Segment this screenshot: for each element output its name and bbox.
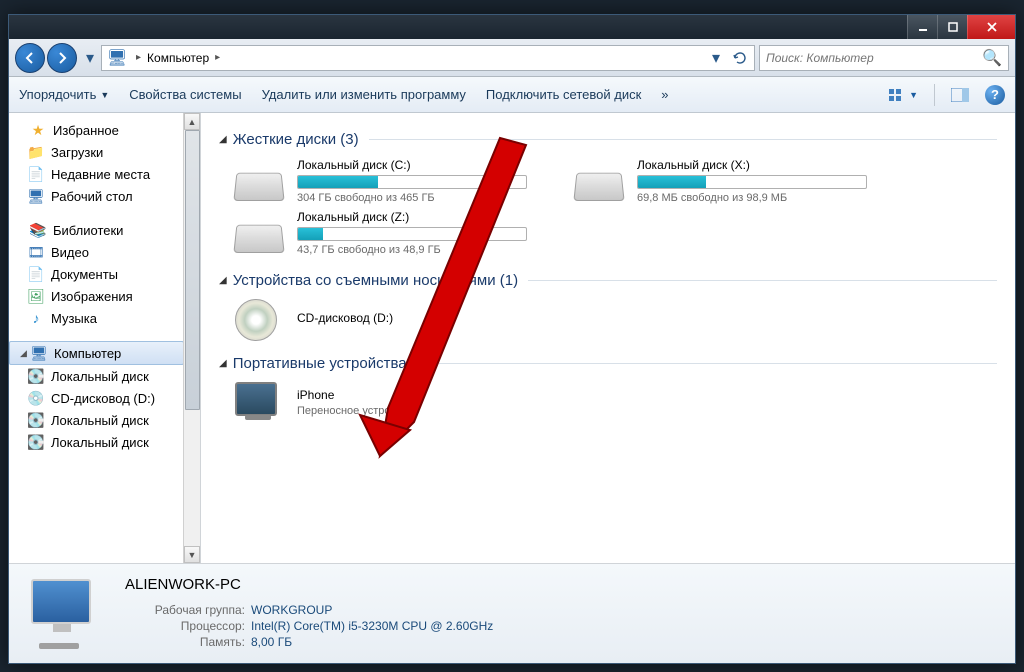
breadcrumb-arrow: ▸ bbox=[136, 52, 141, 63]
group-removable[interactable]: ◢Устройства со съемными носителями (1) bbox=[219, 272, 997, 289]
drive-item-z[interactable]: Локальный диск (Z:) 43,7 ГБ свободно из … bbox=[235, 210, 535, 256]
minimize-button[interactable] bbox=[907, 15, 937, 39]
view-icon bbox=[887, 86, 905, 104]
back-button[interactable] bbox=[15, 43, 45, 73]
titlebar bbox=[9, 15, 1015, 39]
close-button[interactable] bbox=[967, 15, 1015, 39]
sidebar-item-video[interactable]: 🎞Видео bbox=[9, 241, 184, 263]
recent-icon: 📄 bbox=[27, 165, 45, 183]
body: ★Избранное 📁Загрузки 📄Недавние места 🖥Ра… bbox=[9, 113, 1015, 563]
device-icon bbox=[235, 382, 285, 422]
breadcrumb-location[interactable]: Компьютер bbox=[147, 51, 209, 65]
cd-icon: 💿 bbox=[27, 389, 45, 407]
preview-pane-button[interactable] bbox=[951, 88, 969, 102]
sidebar-item-pictures[interactable]: 🖼Изображения bbox=[9, 285, 184, 307]
system-properties-button[interactable]: Свойства системы bbox=[129, 87, 241, 102]
help-button[interactable]: ? bbox=[985, 85, 1005, 105]
search-box[interactable]: 🔍 bbox=[759, 45, 1009, 71]
folder-icon: 📁 bbox=[27, 143, 45, 161]
organize-menu[interactable]: Упорядочить▼ bbox=[19, 87, 109, 102]
sidebar-libraries[interactable]: 📚Библиотеки bbox=[9, 219, 184, 241]
maximize-button[interactable] bbox=[937, 15, 967, 39]
hdd-icon bbox=[235, 161, 285, 201]
computer-icon: 🖥 bbox=[30, 344, 48, 362]
drive-freespace: 43,7 ГБ свободно из 48,9 ГБ bbox=[297, 244, 535, 256]
drive-label: Локальный диск (Z:) bbox=[297, 210, 535, 224]
breadcrumb-arrow[interactable]: ▸ bbox=[215, 52, 220, 63]
sidebar-item-drive[interactable]: 💽Локальный диск bbox=[9, 431, 184, 453]
drive-label: Локальный диск (C:) bbox=[297, 158, 535, 172]
drive-icon: 💽 bbox=[27, 433, 45, 451]
forward-button[interactable] bbox=[47, 43, 77, 73]
details-label: Процессор: bbox=[125, 619, 245, 633]
capacity-bar bbox=[297, 227, 527, 241]
drive-icon: 💽 bbox=[27, 411, 45, 429]
picture-icon: 🖼 bbox=[27, 287, 45, 305]
star-icon: ★ bbox=[29, 121, 47, 139]
drive-item-cd[interactable]: CD-дисковод (D:) bbox=[235, 299, 535, 339]
sidebar-item-recent[interactable]: 📄Недавние места bbox=[9, 163, 184, 185]
details-label: Память: bbox=[125, 635, 245, 649]
sidebar-item-cd[interactable]: 💿CD-дисковод (D:) bbox=[9, 387, 184, 409]
search-icon: 🔍 bbox=[982, 48, 1002, 68]
computer-large-icon bbox=[25, 579, 105, 649]
search-input[interactable] bbox=[766, 51, 982, 65]
scroll-thumb[interactable] bbox=[185, 130, 200, 410]
group-hard-drives[interactable]: ◢Жесткие диски (3) bbox=[219, 131, 997, 148]
scroll-down-button[interactable]: ▼ bbox=[184, 546, 200, 563]
sidebar-item-drive[interactable]: 💽Локальный диск bbox=[9, 409, 184, 431]
sidebar-item-drive[interactable]: 💽Локальный диск bbox=[9, 365, 184, 387]
details-pane: ALIENWORK-PC Рабочая группа: WORKGROUP Пр… bbox=[9, 563, 1015, 663]
sidebar-item-desktop[interactable]: 🖥Рабочий стол bbox=[9, 185, 184, 207]
toolbar: Упорядочить▼ Свойства системы Удалить ил… bbox=[9, 77, 1015, 113]
refresh-button[interactable] bbox=[728, 46, 752, 70]
drive-label: CD-дисковод (D:) bbox=[297, 311, 535, 325]
device-label: iPhone bbox=[297, 388, 535, 402]
uninstall-program-button[interactable]: Удалить или изменить программу bbox=[262, 87, 466, 102]
address-bar[interactable]: 🖥 ▸ Компьютер ▸ ▾ bbox=[101, 45, 755, 71]
details-value: WORKGROUP bbox=[251, 603, 332, 617]
library-icon: 📚 bbox=[29, 221, 47, 239]
sidebar: ★Избранное 📁Загрузки 📄Недавние места 🖥Ра… bbox=[9, 113, 201, 563]
drive-icon: 💽 bbox=[27, 367, 45, 385]
sidebar-computer[interactable]: ◢🖥Компьютер bbox=[9, 341, 184, 365]
details-value: 8,00 ГБ bbox=[251, 635, 292, 649]
device-item-iphone[interactable]: iPhone Переносное устройство bbox=[235, 382, 535, 422]
details-value: Intel(R) Core(TM) i5-3230M CPU @ 2.60GHz bbox=[251, 619, 493, 633]
content-pane: ◢Жесткие диски (3) Локальный диск (C:) 3… bbox=[201, 113, 1015, 563]
hdd-icon bbox=[235, 213, 285, 253]
details-computer-name: ALIENWORK-PC bbox=[125, 576, 493, 593]
video-icon: 🎞 bbox=[27, 243, 45, 261]
navbar: ▾ 🖥 ▸ Компьютер ▸ ▾ 🔍 bbox=[9, 39, 1015, 77]
capacity-bar bbox=[637, 175, 867, 189]
document-icon: 📄 bbox=[27, 265, 45, 283]
toolbar-separator bbox=[934, 84, 935, 106]
drive-item-x[interactable]: Локальный диск (X:) 69,8 МБ свободно из … bbox=[575, 158, 875, 204]
computer-icon: 🖥 bbox=[108, 49, 126, 67]
history-dropdown[interactable]: ▾ bbox=[83, 48, 97, 68]
desktop-icon: 🖥 bbox=[27, 187, 45, 205]
device-type: Переносное устройство bbox=[297, 405, 535, 417]
sidebar-item-music[interactable]: ♪Музыка bbox=[9, 307, 184, 329]
view-menu[interactable]: ▼ bbox=[887, 86, 918, 104]
toolbar-overflow[interactable]: » bbox=[661, 87, 668, 102]
sidebar-item-documents[interactable]: 📄Документы bbox=[9, 263, 184, 285]
address-dropdown[interactable]: ▾ bbox=[704, 46, 728, 70]
explorer-window: ▾ 🖥 ▸ Компьютер ▸ ▾ 🔍 Упорядочить▼ Свойс… bbox=[8, 14, 1016, 664]
sidebar-favorites[interactable]: ★Избранное bbox=[9, 119, 184, 141]
group-portable[interactable]: ◢Портативные устройства (1) bbox=[219, 355, 997, 372]
sidebar-item-downloads[interactable]: 📁Загрузки bbox=[9, 141, 184, 163]
hdd-icon bbox=[575, 161, 625, 201]
scroll-up-button[interactable]: ▲ bbox=[184, 113, 200, 130]
sidebar-scrollbar[interactable]: ▲ ▼ bbox=[183, 113, 200, 563]
drive-freespace: 69,8 МБ свободно из 98,9 МБ bbox=[637, 192, 875, 204]
drive-item-c[interactable]: Локальный диск (C:) 304 ГБ свободно из 4… bbox=[235, 158, 535, 204]
drive-label: Локальный диск (X:) bbox=[637, 158, 875, 172]
details-label: Рабочая группа: bbox=[125, 603, 245, 617]
drive-freespace: 304 ГБ свободно из 465 ГБ bbox=[297, 192, 535, 204]
cd-icon bbox=[235, 299, 285, 339]
music-icon: ♪ bbox=[27, 309, 45, 327]
capacity-bar bbox=[297, 175, 527, 189]
map-network-drive-button[interactable]: Подключить сетевой диск bbox=[486, 87, 641, 102]
